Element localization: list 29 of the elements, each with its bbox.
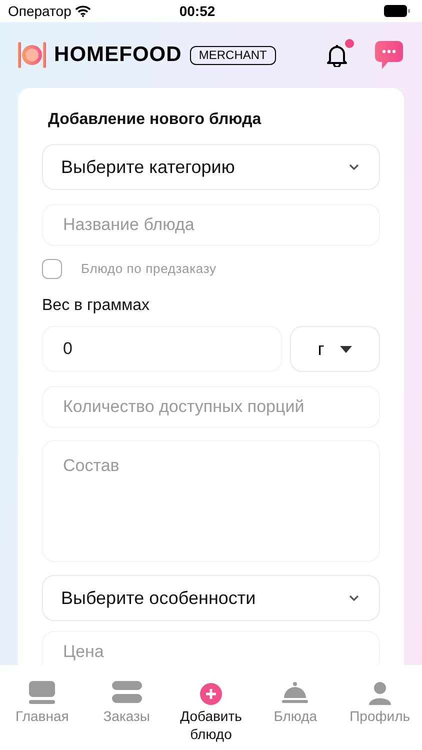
battery-icon xyxy=(384,5,410,17)
category-select[interactable]: Выберите категорию xyxy=(42,144,380,190)
composition-field[interactable]: Состав xyxy=(42,440,380,562)
brand-name: HOMEFOOD xyxy=(54,42,182,68)
wifi-icon xyxy=(75,5,92,17)
status-time: 00:52 xyxy=(179,2,216,20)
merchant-badge: MERCHANT xyxy=(190,46,276,64)
cloche-icon xyxy=(282,681,308,705)
form-title: Добавление нового блюда xyxy=(48,110,262,130)
weight-label: Вес в граммах xyxy=(42,296,150,316)
chat-button[interactable] xyxy=(374,40,404,70)
caret-icon xyxy=(340,346,352,352)
plate-icon xyxy=(18,42,46,68)
dish-name-field[interactable]: Название блюда xyxy=(42,204,380,246)
tab-bar-item[interactable]: Добавить блюдо xyxy=(168,679,254,743)
card-icon xyxy=(29,681,56,705)
preorder-checkbox[interactable] xyxy=(42,259,62,279)
bell-icon xyxy=(326,43,348,67)
weight-field[interactable]: 0 xyxy=(42,326,282,372)
list-icon xyxy=(112,681,142,705)
plus-icon xyxy=(200,683,222,705)
unit-select[interactable]: г xyxy=(290,326,380,372)
portions-field[interactable]: Количество доступных порций xyxy=(42,386,380,428)
features-select[interactable]: Выберите особенности xyxy=(42,575,380,621)
chat-bubble-icon xyxy=(374,40,404,70)
person-icon xyxy=(368,681,391,705)
carrier-name: Оператор xyxy=(8,2,72,21)
price-field[interactable]: Цена xyxy=(42,631,380,665)
preorder-label: Блюдо по предзаказу xyxy=(81,260,216,278)
